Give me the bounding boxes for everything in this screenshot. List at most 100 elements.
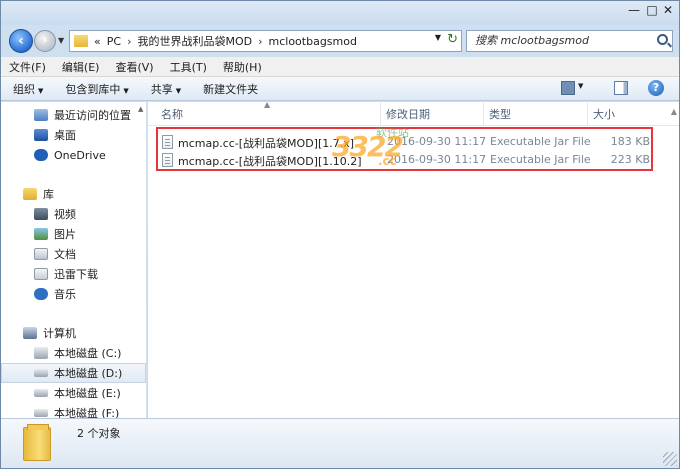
breadcrumb-pc[interactable]: PC xyxy=(107,35,121,48)
drive-icon xyxy=(34,409,48,417)
breadcrumb-mod-folder[interactable]: 我的世界战利品袋MOD xyxy=(137,33,252,49)
column-headers: ▲ 名称 修改日期 类型 大小 ▲ xyxy=(148,100,679,126)
sidebar-item-label: 音乐 xyxy=(54,288,76,301)
back-arrow-icon: ‹ xyxy=(18,33,24,49)
music-icon xyxy=(34,288,48,300)
sidebar-item-label: 桌面 xyxy=(54,129,76,142)
change-view-icon[interactable] xyxy=(561,81,575,95)
watermark-suffix: .cc xyxy=(378,154,397,168)
chevron-down-icon: ▼ xyxy=(38,86,44,95)
menu-file[interactable]: 文件(F) xyxy=(9,59,46,75)
header-scroll-icon[interactable]: ▲ xyxy=(671,107,677,116)
breadcrumb-overflow[interactable]: « xyxy=(94,35,101,48)
search-placeholder: 搜索 mclootbagsmod xyxy=(475,34,589,47)
breadcrumb-current-folder[interactable]: mclootbagsmod xyxy=(269,35,357,48)
drive-c-icon xyxy=(34,347,48,359)
sidebar-item-drive-c[interactable]: 本地磁盘 (C:) xyxy=(1,343,146,363)
column-header-date[interactable]: 修改日期 xyxy=(381,102,484,126)
organize-label: 组织 xyxy=(13,82,35,96)
command-bar: 组织 ▼ 包含到库中 ▼ 共享 ▼ 新建文件夹 ▼ ? xyxy=(1,77,679,101)
desktop-icon xyxy=(34,129,48,141)
menu-tools[interactable]: 工具(T) xyxy=(170,59,207,75)
menu-help[interactable]: 帮助(H) xyxy=(223,59,262,75)
include-in-library-button[interactable]: 包含到库中 ▼ xyxy=(65,81,128,97)
back-button[interactable]: ‹ xyxy=(9,29,33,53)
search-icon[interactable] xyxy=(657,34,668,45)
chevron-down-icon: ▼ xyxy=(175,86,182,95)
address-dropdown-icon[interactable]: ▼ xyxy=(435,33,441,42)
sidebar-item-label: 本地磁盘 (E:) xyxy=(54,387,121,400)
sidebar-item-label: 迅雷下载 xyxy=(54,268,98,281)
sidebar-item-label: 图片 xyxy=(54,228,76,241)
column-header-type[interactable]: 类型 xyxy=(484,102,588,126)
sidebar-item-recent-places[interactable]: 最近访问的位置 xyxy=(1,105,146,125)
navigation-pane: ▲ 最近访问的位置 桌面 OneDrive 库 视频 图片 文档 迅雷下载 音乐… xyxy=(1,102,147,418)
share-button[interactable]: 共享 ▼ xyxy=(151,81,181,97)
sidebar-item-drive-e[interactable]: 本地磁盘 (E:) xyxy=(1,383,146,403)
recent-places-icon xyxy=(34,109,48,121)
new-folder-button[interactable]: 新建文件夹 xyxy=(203,81,258,97)
onedrive-cloud-icon xyxy=(34,149,48,161)
file-list: ▲ 名称 修改日期 类型 大小 ▲ mcmap.cc-[战利品袋MOD][1.7… xyxy=(148,100,679,418)
sidebar-item-onedrive[interactable]: OneDrive xyxy=(1,145,146,165)
sidebar-item-desktop[interactable]: 桌面 xyxy=(1,125,146,145)
explorer-window: — □ ✕ ‹ › ▼ « PC › 我的世界战利品袋MOD › mclootb… xyxy=(0,0,680,469)
organize-button[interactable]: 组织 ▼ xyxy=(13,81,43,97)
sidebar-item-label: 本地磁盘 (C:) xyxy=(54,347,122,360)
drive-icon xyxy=(34,389,48,397)
forward-button[interactable]: › xyxy=(34,30,56,52)
close-button[interactable]: ✕ xyxy=(657,2,679,18)
sidebar-item-libraries[interactable]: 库 xyxy=(1,184,146,204)
menu-edit[interactable]: 编辑(E) xyxy=(62,59,100,75)
computer-icon xyxy=(23,327,37,339)
column-header-name[interactable]: 名称 xyxy=(156,102,381,126)
include-in-library-label: 包含到库中 xyxy=(65,82,121,96)
menu-bar: 文件(F) 编辑(E) 查看(V) 工具(T) 帮助(H) xyxy=(1,57,679,77)
navigation-bar: ‹ › ▼ « PC › 我的世界战利品袋MOD › mclootbagsmod… xyxy=(1,25,679,57)
sidebar-item-pictures[interactable]: 图片 xyxy=(1,224,146,244)
column-header-size[interactable]: 大小 xyxy=(588,102,658,126)
sidebar-item-drive-d[interactable]: 本地磁盘 (D:) xyxy=(1,363,146,383)
details-pane: 2 个对象 xyxy=(1,418,679,468)
library-icon xyxy=(23,188,37,200)
refresh-icon[interactable]: ↻ xyxy=(447,32,458,47)
preview-pane-icon[interactable] xyxy=(614,81,628,95)
sidebar-item-music[interactable]: 音乐 xyxy=(1,284,146,304)
view-options-dropdown[interactable]: ▼ xyxy=(578,82,583,90)
recent-pages-dropdown[interactable]: ▼ xyxy=(58,36,64,45)
chevron-down-icon: ▼ xyxy=(123,86,129,95)
address-bar[interactable]: « PC › 我的世界战利品袋MOD › mclootbagsmod ▼ ↻ xyxy=(69,30,462,52)
search-input[interactable]: 搜索 mclootbagsmod xyxy=(466,30,673,52)
video-icon xyxy=(34,208,48,220)
breadcrumb-separator[interactable]: › xyxy=(258,35,262,48)
sidebar-item-drive-f[interactable]: 本地磁盘 (F:) xyxy=(1,403,146,418)
sidebar-item-documents[interactable]: 文档 xyxy=(1,244,146,264)
sidebar-item-label: OneDrive xyxy=(54,148,106,162)
sidebar-item-label: 最近访问的位置 xyxy=(54,109,131,122)
sidebar-item-label: 文档 xyxy=(54,248,76,261)
forward-arrow-icon: › xyxy=(42,33,48,48)
sidebar-item-label: 库 xyxy=(43,188,54,201)
share-label: 共享 xyxy=(150,82,173,96)
sidebar-item-label: 计算机 xyxy=(43,327,76,340)
document-icon xyxy=(34,248,48,260)
sidebar-item-videos[interactable]: 视频 xyxy=(1,204,146,224)
sidebar-item-label: 本地磁盘 (D:) xyxy=(54,367,123,380)
picture-icon xyxy=(34,228,48,240)
sidebar-item-thunder-downloads[interactable]: 迅雷下载 xyxy=(1,264,146,284)
sidebar-item-label: 视频 xyxy=(54,208,76,221)
download-icon xyxy=(34,268,48,280)
sidebar-item-label: 本地磁盘 (F:) xyxy=(54,407,120,418)
item-count: 2 个对象 xyxy=(77,427,121,440)
watermark-site: 软件站 xyxy=(376,126,409,139)
help-icon[interactable]: ? xyxy=(648,80,664,96)
menu-view[interactable]: 查看(V) xyxy=(115,59,153,75)
folder-icon xyxy=(74,35,88,47)
resize-grip-icon[interactable] xyxy=(663,452,677,466)
title-bar: — □ ✕ xyxy=(1,1,679,25)
breadcrumb-separator[interactable]: › xyxy=(127,35,131,48)
watermark-logo: 3322 软件站 .cc xyxy=(332,124,412,180)
sidebar-item-computer[interactable]: 计算机 xyxy=(1,323,146,343)
folder-icon xyxy=(23,424,51,461)
drive-icon xyxy=(34,369,48,377)
